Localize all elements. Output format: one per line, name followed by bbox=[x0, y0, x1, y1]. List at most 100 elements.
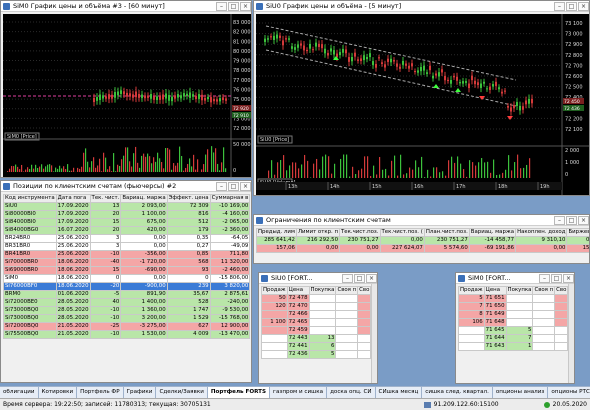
workspace-tab[interactable]: Портфель ФР bbox=[77, 387, 124, 398]
buy-volume-cell[interactable]: 13 bbox=[308, 334, 337, 343]
minimize-button[interactable]: – bbox=[554, 215, 565, 225]
table-row[interactable]: Si76000BF0 18.06.2020 -20 -900,00 239 3 820,0… bbox=[3, 282, 251, 291]
maximize-button[interactable]: □ bbox=[354, 273, 365, 283]
column-header[interactable]: План.чист.поз. bbox=[423, 228, 470, 237]
order-book-row[interactable]: 5 71 651 bbox=[458, 294, 569, 303]
column-header[interactable]: Тек. чист. bbox=[89, 194, 122, 203]
buy-volume-cell[interactable] bbox=[308, 318, 337, 327]
sell-volume-cell[interactable]: 5 bbox=[458, 294, 485, 303]
table-row[interactable]: Si84000BI0 17.09.2020 15 675,00 512 -2 065,00 bbox=[3, 218, 251, 227]
column-header[interactable]: Цена bbox=[286, 286, 310, 295]
own-sell-cell[interactable] bbox=[357, 302, 372, 311]
own-buy-cell[interactable] bbox=[532, 326, 556, 335]
buy-volume-cell[interactable]: 1 bbox=[505, 342, 534, 351]
table-row[interactable]: 157,06 0,00 0,00 227 624,07 5 574,60 -69 191,… bbox=[256, 244, 589, 253]
price-cell[interactable]: 72 478 bbox=[286, 294, 310, 303]
sell-volume-cell[interactable]: 50 bbox=[261, 294, 288, 303]
price-chart[interactable]: 73 100 73 000 72 900 72 800 72 700 72 600 72 5… bbox=[256, 14, 589, 195]
chart-5min-window[interactable]: SiU0 График цены и объёма - [5 минут] – … bbox=[253, 0, 590, 196]
price-chart[interactable]: 83 000 82 000 81 000 80 000 79 000 78 000 77 0… bbox=[3, 14, 251, 177]
price-cell[interactable]: 72 466 bbox=[286, 310, 310, 319]
price-cell[interactable]: 72 465 bbox=[286, 318, 310, 327]
scrollbar[interactable] bbox=[568, 284, 574, 383]
own-buy-cell[interactable] bbox=[335, 326, 359, 335]
sell-volume-cell[interactable]: 7 bbox=[458, 302, 485, 311]
buy-volume-cell[interactable]: 5 bbox=[308, 350, 337, 359]
column-header[interactable]: Лимит откр. п bbox=[295, 228, 341, 237]
own-sell-cell[interactable] bbox=[357, 350, 372, 359]
minimize-button[interactable]: – bbox=[342, 273, 353, 283]
price-cell[interactable]: 72 436 bbox=[286, 350, 310, 359]
own-buy-cell[interactable] bbox=[335, 342, 359, 351]
order-book-row[interactable]: 120 72 470 bbox=[261, 302, 372, 311]
column-header[interactable]: Код инструмента bbox=[3, 194, 57, 203]
column-header[interactable]: Дата пога bbox=[55, 194, 91, 203]
own-buy-cell[interactable] bbox=[532, 302, 556, 311]
sell-volume-cell[interactable]: 8 bbox=[458, 310, 485, 319]
order-book-row[interactable]: 8 71 649 bbox=[458, 310, 569, 319]
buy-volume-cell[interactable] bbox=[308, 294, 337, 303]
price-cell[interactable]: 71 645 bbox=[483, 326, 507, 335]
workspace-tab[interactable]: Портфель FORTS bbox=[207, 387, 271, 398]
own-buy-cell[interactable] bbox=[532, 334, 556, 343]
column-header[interactable]: Вариац. маржа bbox=[468, 228, 517, 237]
own-sell-cell[interactable] bbox=[357, 334, 372, 343]
own-buy-cell[interactable] bbox=[532, 294, 556, 303]
buy-volume-cell[interactable] bbox=[308, 310, 337, 319]
column-header[interactable]: Продаж bbox=[261, 286, 288, 295]
buy-volume-cell[interactable] bbox=[308, 326, 337, 335]
own-sell-cell[interactable] bbox=[554, 302, 569, 311]
own-buy-cell[interactable] bbox=[335, 310, 359, 319]
own-sell-cell[interactable] bbox=[357, 342, 372, 351]
buy-volume-cell[interactable] bbox=[505, 310, 534, 319]
table-row[interactable]: Si73000BQ0 28.05.2020 -10 3 200,00 1 529 -15 … bbox=[3, 314, 251, 323]
own-sell-cell[interactable] bbox=[554, 326, 569, 335]
window-titlebar[interactable]: Позиции по клиентским счетам (фьючерсы) … bbox=[1, 181, 251, 192]
workspace-tab[interactable]: Котировки bbox=[38, 387, 78, 398]
close-button[interactable]: × bbox=[240, 1, 251, 11]
table-row[interactable]: Si72000BQ0 21.05.2020 -25 -3 275,00 627 12 90… bbox=[3, 322, 251, 331]
order-book-row[interactable]: 1 100 72 465 bbox=[261, 318, 372, 327]
minimize-button[interactable]: – bbox=[554, 1, 565, 11]
table-row[interactable]: SiM0 18.06.2020 0 0,00 0 -15 806,00 bbox=[3, 274, 251, 283]
positions-window[interactable]: Позиции по клиентским счетам (фьючерсы) … bbox=[0, 180, 252, 383]
order-book-row[interactable]: 71 645 5 bbox=[458, 326, 569, 335]
order-book-row[interactable]: 72 441 6 bbox=[261, 342, 372, 351]
column-header[interactable]: Предыд. лим bbox=[256, 228, 297, 237]
own-buy-cell[interactable] bbox=[532, 342, 556, 351]
own-buy-cell[interactable] bbox=[335, 350, 359, 359]
table-row[interactable]: Si73000BQ0 28.05.2020 -10 1 360,00 1 747 -9 5… bbox=[3, 306, 251, 315]
column-header[interactable]: Цена bbox=[483, 286, 507, 295]
sell-volume-cell[interactable] bbox=[261, 334, 288, 343]
price-cell[interactable]: 71 649 bbox=[483, 310, 507, 319]
maximize-button[interactable]: □ bbox=[228, 181, 239, 191]
order-book-row[interactable]: 72 443 13 bbox=[261, 334, 372, 343]
own-buy-cell[interactable] bbox=[335, 302, 359, 311]
close-button[interactable]: × bbox=[366, 273, 377, 283]
price-cell[interactable]: 71 643 bbox=[483, 342, 507, 351]
order-book-siu0-window[interactable]: SiU0 [FORT... – □ × Продаж Цена Покупка Сво… bbox=[258, 272, 378, 384]
order-book-row[interactable]: 7 71 650 bbox=[458, 302, 569, 311]
column-header[interactable]: Накоплен. доход bbox=[515, 228, 568, 237]
own-buy-cell[interactable] bbox=[335, 318, 359, 327]
price-cell[interactable]: 72 470 bbox=[286, 302, 310, 311]
window-titlebar[interactable]: SiU0 График цены и объёма - [5 минут] – … bbox=[254, 1, 589, 12]
maximize-button[interactable]: □ bbox=[551, 273, 562, 283]
table-row[interactable]: BR24BR0 25.06.2020 3 0,00 0,35 -64,05 bbox=[3, 234, 251, 243]
workspace-tab[interactable]: газпром и сишка bbox=[270, 387, 328, 398]
buy-volume-cell[interactable] bbox=[308, 302, 337, 311]
sell-volume-cell[interactable] bbox=[261, 350, 288, 359]
column-header[interactable]: Тек.чист.поз. ( bbox=[379, 228, 425, 237]
buy-volume-cell[interactable]: 6 bbox=[308, 342, 337, 351]
buy-volume-cell[interactable] bbox=[505, 302, 534, 311]
own-sell-cell[interactable] bbox=[357, 326, 372, 335]
own-sell-cell[interactable] bbox=[554, 310, 569, 319]
price-cell[interactable]: 72 443 bbox=[286, 334, 310, 343]
own-sell-cell[interactable] bbox=[554, 294, 569, 303]
close-button[interactable]: × bbox=[563, 273, 574, 283]
own-sell-cell[interactable] bbox=[554, 342, 569, 351]
workspace-tab[interactable]: СИшка месяц bbox=[375, 387, 423, 398]
table-row[interactable]: Si75500BQ0 21.05.2020 -10 1 530,00 4 009 -13 … bbox=[3, 330, 251, 339]
price-cell[interactable]: 71 648 bbox=[483, 318, 507, 327]
window-titlebar[interactable]: SiM0 [FORT... – □ × bbox=[456, 273, 574, 284]
